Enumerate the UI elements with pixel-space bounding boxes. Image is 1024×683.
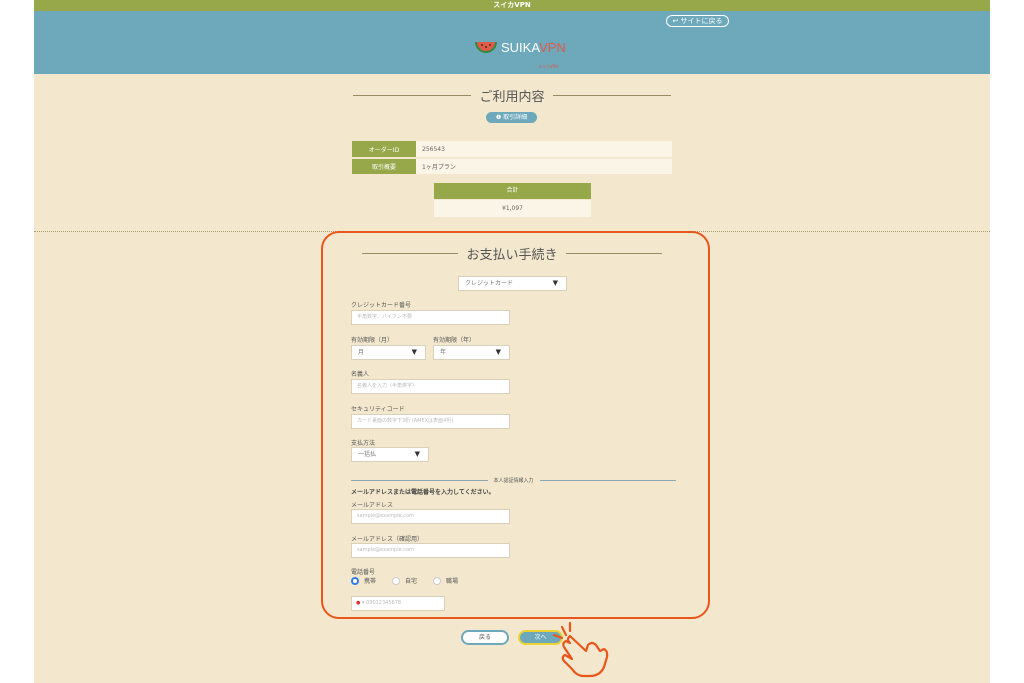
- watermelon-icon: [475, 41, 497, 53]
- logo-subtitle: スイカVPN: [538, 64, 559, 69]
- page: スイカVPN ↩ サイトに戻る SUIKAVPN スイカVPN ご利用内容 ❶ …: [34, 0, 990, 683]
- total-value: ¥1,097: [434, 200, 591, 217]
- table-row: 取引概要 1ヶ月プラン: [352, 158, 672, 176]
- total-label: 合計: [434, 183, 591, 199]
- pointing-hand-icon: [552, 621, 609, 678]
- details-button[interactable]: ❶ 取引詳細: [486, 112, 537, 123]
- logo-text: SUIKAVPN: [501, 39, 566, 55]
- header: ↩ サイトに戻る SUIKAVPN スイカVPN: [34, 11, 990, 74]
- return-icon: ↩: [672, 17, 681, 25]
- table-row: オーダーID 256543: [352, 141, 672, 159]
- highlight-frame: [321, 231, 710, 619]
- back-to-site-button[interactable]: ↩ サイトに戻る: [666, 15, 729, 27]
- logo: SUIKAVPN: [475, 39, 566, 55]
- top-bar: スイカVPN: [34, 0, 990, 11]
- order-table: オーダーID 256543 取引概要 1ヶ月プラン: [352, 141, 672, 176]
- back-button[interactable]: 戻る: [461, 630, 509, 645]
- usage-title: ご利用内容: [352, 86, 672, 105]
